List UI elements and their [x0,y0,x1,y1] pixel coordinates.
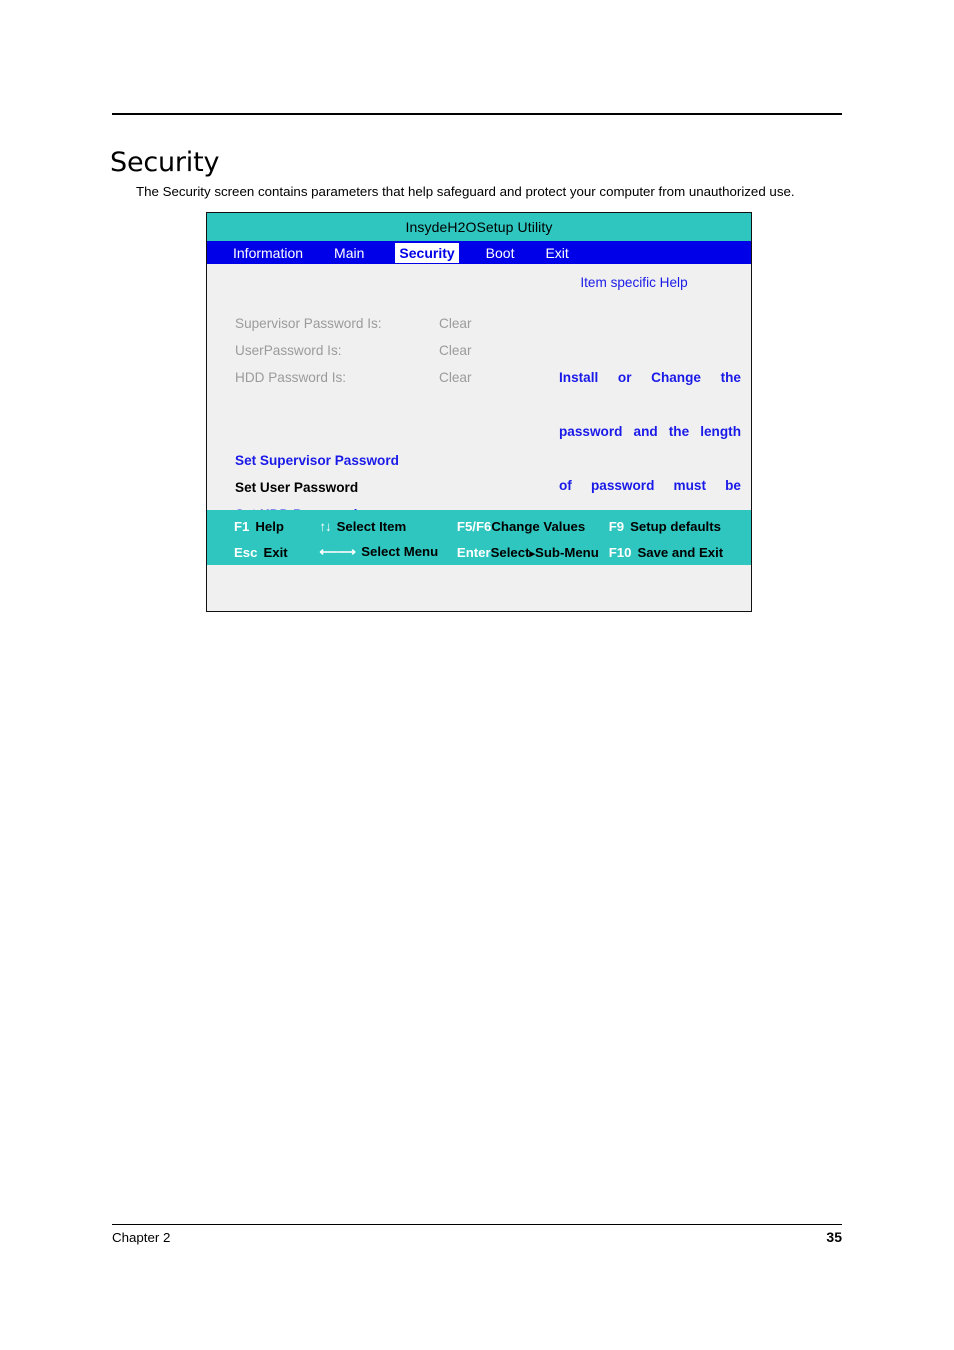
key-enter-label: Enter [456,544,491,560]
bios-body: Item specific Help Supervisor Password I… [207,264,751,565]
arrow-left-right-icon: ⟵⟶ [319,544,356,559]
tab-boot[interactable]: Boot [486,244,515,262]
bios-setup-screen: InsydeH2OSetup Utility Information Main … [206,212,752,612]
key-f10-desc: Save and Exit [637,544,724,560]
key-esc-desc: Exit [263,544,288,560]
status-label-hdd: HDD Password Is: [235,370,347,385]
footer-page-number: 35 [826,1229,842,1245]
key-f10-label: F10 [608,544,632,560]
option-label-set-supervisor-password: Set Supervisor Password [235,453,399,468]
intro-paragraph: The Security screen contains parameters … [136,184,795,200]
key-leftright-desc: Select Menu [361,544,439,559]
status-row-hdd: HDD Password Is: Clear [235,364,471,391]
status-value-supervisor: Clear [439,316,472,331]
option-set-user-password[interactable]: Set User Password [235,474,499,501]
option-label-set-user-password: Set User Password [235,480,359,495]
status-value-hdd: Clear [439,370,472,385]
key-f5f6-change-values[interactable]: F5/F6 Change Values [457,519,609,534]
help-line-2: password and the length [559,424,741,439]
key-f9-label: F9 [608,518,625,534]
key-f5f6-label: F5/F6 [456,518,492,534]
key-legend-row-1: F1 Help ↑↓ Select Item F5/F6 Change Valu… [207,513,751,539]
key-f10-save-and-exit[interactable]: F10 Save and Exit [609,545,751,560]
key-updown-desc: Select Item [336,518,407,534]
tab-exit[interactable]: Exit [545,244,568,262]
key-enter-desc2: Sub-Menu [535,544,599,560]
key-esc-label: Esc [234,544,258,560]
bios-title-bar: InsydeH2OSetup Utility [207,213,751,241]
key-f1-help[interactable]: F1 Help [234,519,319,534]
key-f9-setup-defaults[interactable]: F9 Setup defaults [609,519,751,534]
key-esc-exit[interactable]: Esc Exit [234,545,319,560]
key-leftright-select-menu[interactable]: ⟵⟶ Select Menu [319,544,457,560]
key-enter-desc: Select [490,544,530,560]
key-f5f6-desc: Change Values [491,518,586,534]
key-f1-label: F1 [234,518,250,534]
key-updown-select-item[interactable]: ↑↓ Select Item [319,519,457,534]
page-title: Security [110,147,220,179]
password-status-list: Supervisor Password Is: Clear UserPasswo… [235,310,471,391]
tab-information[interactable]: Information [233,244,303,262]
tab-main[interactable]: Main [334,244,364,262]
document-page: Security The Security screen contains pa… [0,0,954,1350]
item-specific-help-title: Item specific Help [580,275,688,290]
footer-chapter: Chapter 2 [112,1230,171,1245]
key-f1-desc: Help [255,518,284,534]
bios-key-legend: F1 Help ↑↓ Select Item F5/F6 Change Valu… [207,510,751,565]
status-row-user: UserPassword Is: Clear [235,337,471,364]
tab-security[interactable]: Security [395,242,459,263]
help-line-1: Install or Change the [559,370,741,385]
option-set-supervisor-password[interactable]: Set Supervisor Password [235,447,499,474]
status-value-user: Clear [439,343,472,358]
arrow-up-down-icon: ↑↓ [319,518,331,534]
status-label-supervisor: Supervisor Password Is: [235,316,382,331]
key-enter-select-submenu[interactable]: Enter Select ▸ Sub-Menu [457,545,609,560]
status-row-supervisor: Supervisor Password Is: Clear [235,310,471,337]
header-rule [112,113,842,115]
key-f9-desc: Setup defaults [630,518,721,534]
bios-menu-bar: Information Main Security Boot Exit [207,241,751,264]
footer-rule [112,1224,842,1225]
key-legend-row-2: Esc Exit ⟵⟶ Select Menu Enter Select ▸ S… [207,539,751,565]
status-label-user: UserPassword Is: [235,343,342,358]
